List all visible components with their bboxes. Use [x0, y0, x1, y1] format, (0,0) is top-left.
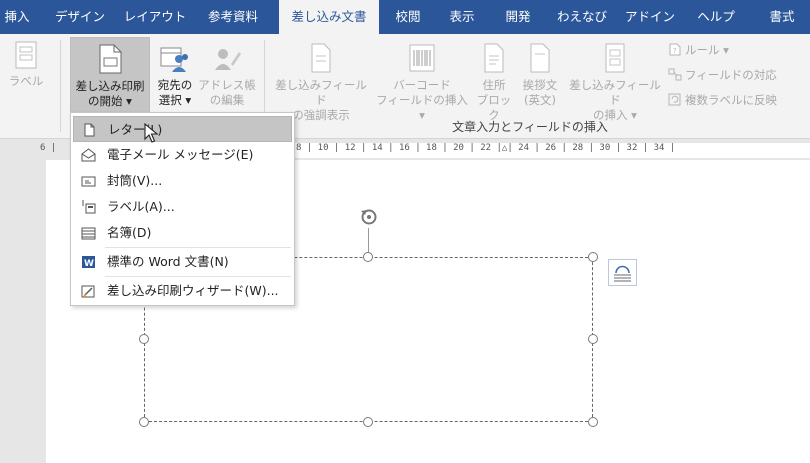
resize-handle-bottom-right[interactable]	[588, 417, 598, 427]
edit-list-line2: の編集	[209, 93, 245, 107]
menu-item-wizard[interactable]: 差し込み印刷ウィザード(W)...	[73, 278, 292, 304]
tab-references[interactable]: 参考資料	[198, 0, 268, 34]
rules-label: ルール ▾	[685, 43, 729, 57]
wizard-icon	[81, 285, 95, 298]
menu-item-envelopes[interactable]: 封筒(V)...	[73, 168, 292, 194]
tab-insert[interactable]: 挿入	[0, 0, 34, 34]
update-labels-icon	[668, 93, 682, 106]
menu-item-normal-word-document[interactable]: W 標準の Word 文書(N)	[73, 249, 292, 275]
ruler-marks: 8 | 10 | 12 | 14 | 16 | 18 | 20 | 22 |△|…	[296, 143, 676, 153]
tab-design[interactable]: デザイン	[50, 0, 110, 34]
group-separator	[60, 40, 61, 132]
select-recipients-button[interactable]: 宛先の 選択 ▾	[152, 42, 198, 108]
recipients-icon	[160, 47, 188, 72]
tab-format[interactable]: 書式	[754, 0, 810, 34]
update-labels-label: 複数ラベルに反映	[685, 93, 777, 107]
svg-text:?: ?	[673, 47, 677, 55]
insert-merge-field-button[interactable]: 差し込みフィールド の挿入 ▾	[566, 42, 664, 123]
menu-separator	[105, 247, 291, 248]
menu-item-labels[interactable]: ラベル(A)...	[73, 194, 292, 220]
tab-mailings[interactable]: 差し込み文書	[279, 0, 379, 34]
menu-item-normal-word-document-label: 標準の Word 文書(N)	[107, 254, 229, 269]
menu-item-letters[interactable]: レター(L)	[73, 116, 292, 142]
tab-review[interactable]: 校閲	[388, 0, 428, 34]
rules-button[interactable]: ? ルール ▾	[668, 42, 729, 58]
tab-help[interactable]: ヘルプ	[692, 0, 740, 34]
edit-list-icon	[215, 49, 241, 70]
directory-icon	[81, 227, 96, 240]
mouse-pointer-icon	[144, 123, 159, 143]
svg-text:W: W	[84, 259, 94, 269]
menu-item-wizard-label: 差し込み印刷ウィザード(W)...	[107, 283, 279, 298]
tab-view[interactable]: 表示	[440, 0, 484, 34]
address-block-icon	[484, 43, 504, 73]
ribbon-tab-bar: 挿入 デザイン レイアウト 参考資料 差し込み文書 校閲 表示 開発 わえなび …	[0, 0, 810, 34]
document-icon	[99, 44, 122, 74]
greeting-line-button[interactable]: 挨拶文 (英文)	[516, 42, 564, 108]
address-line1: 住所	[482, 78, 506, 92]
tab-layout[interactable]: レイアウト	[120, 0, 190, 34]
greeting-line2: (英文)	[524, 93, 556, 107]
resize-handle-right[interactable]	[588, 334, 598, 344]
resize-handle-top-right[interactable]	[588, 252, 598, 262]
select-recipients-line2: 選択 ▾	[158, 93, 192, 107]
insert-barcode-field-button[interactable]: バーコード フィールドの挿入 ▾	[374, 42, 470, 123]
menu-item-directory[interactable]: 名簿(D)	[73, 220, 292, 246]
labels-icon	[82, 200, 96, 214]
resize-handle-bottom-left[interactable]	[139, 417, 149, 427]
highlight-fields-icon	[311, 43, 331, 73]
rules-icon: ?	[668, 43, 682, 56]
resize-handle-top[interactable]	[363, 252, 373, 262]
match-fields-label: フィールドの対応	[685, 68, 777, 82]
menu-item-directory-label: 名簿(D)	[107, 225, 152, 240]
ruler-left-marks: 6 |	[40, 143, 57, 153]
start-mail-merge-menu: レター(L) 電子メール メッセージ(E) 封筒(V)... ラベル(A)...…	[70, 112, 295, 306]
tab-addins[interactable]: アドイン	[622, 0, 678, 34]
update-labels-button[interactable]: 複数ラベルに反映	[668, 92, 777, 108]
start-mail-merge-button[interactable]: 差し込み印刷 の開始 ▾	[70, 37, 150, 113]
barcode-line1: バーコード	[393, 78, 451, 92]
envelope-icon	[81, 176, 96, 187]
edit-recipient-list-button[interactable]: アドレス帳 の編集	[198, 42, 256, 108]
menu-item-envelopes-label: 封筒(V)...	[107, 173, 163, 188]
labels-button[interactable]: ラベル	[4, 40, 48, 89]
menu-separator	[105, 276, 291, 277]
labels-label: ラベル	[8, 74, 44, 88]
letter-doc-icon	[84, 123, 95, 137]
insert-field-icon	[605, 43, 625, 73]
group-label-write-insert: 文章入力とフィールドの挿入	[452, 120, 608, 134]
start-merge-line1: 差し込み印刷	[75, 79, 145, 93]
barcode-icon	[409, 44, 435, 72]
layout-options-button[interactable]	[608, 259, 637, 286]
rotate-icon[interactable]	[358, 206, 380, 228]
envelope-open-icon	[81, 148, 96, 162]
address-block-button[interactable]: 住所 ブロック	[474, 42, 514, 123]
match-fields-icon	[668, 68, 682, 81]
tab-waenavi[interactable]: わえなび	[554, 0, 610, 34]
select-recipients-line1: 宛先の	[157, 78, 193, 92]
tab-developer[interactable]: 開発	[496, 0, 540, 34]
labels-icon	[15, 41, 37, 69]
layout-options-icon	[614, 265, 631, 282]
menu-item-email-label: 電子メール メッセージ(E)	[107, 147, 254, 162]
edit-list-line1: アドレス帳	[198, 78, 256, 92]
word-icon: W	[82, 256, 95, 269]
match-fields-button[interactable]: フィールドの対応	[668, 67, 777, 83]
resize-handle-left[interactable]	[139, 334, 149, 344]
insert-field-line1: 差し込みフィールド	[569, 78, 661, 107]
highlight-line1: 差し込みフィールド	[275, 78, 367, 107]
greeting-line1: 挨拶文	[522, 78, 558, 92]
greeting-icon	[530, 43, 550, 73]
menu-item-email[interactable]: 電子メール メッセージ(E)	[73, 142, 292, 168]
menu-item-labels-label: ラベル(A)...	[107, 199, 175, 214]
resize-handle-bottom[interactable]	[363, 417, 373, 427]
highlight-merge-fields-button[interactable]: 差し込みフィールド の強調表示	[270, 42, 372, 123]
start-merge-line2: の開始 ▾	[88, 94, 132, 108]
